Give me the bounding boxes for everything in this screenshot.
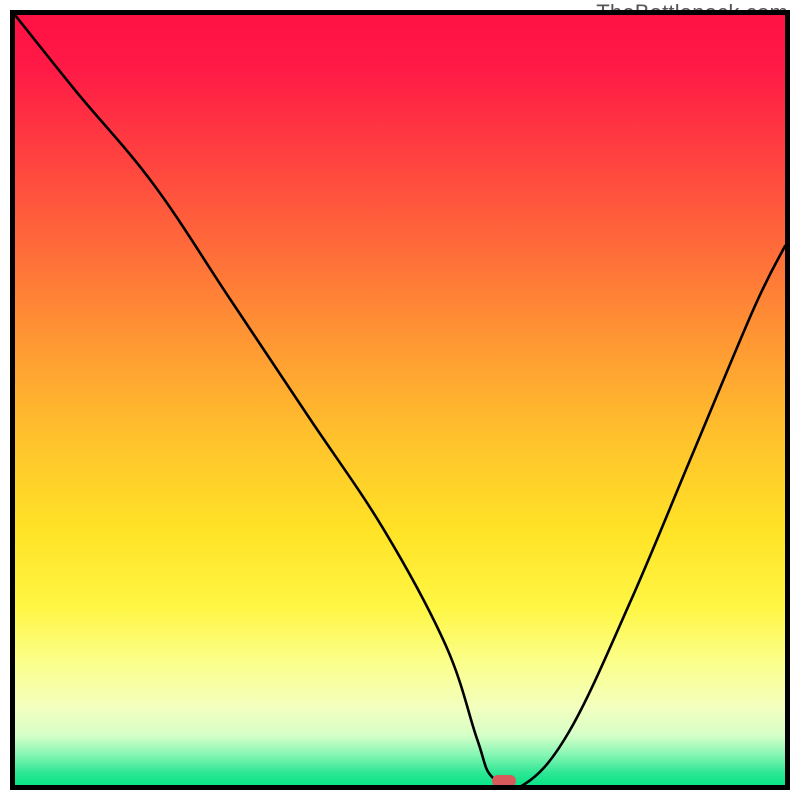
plot-area <box>10 10 790 790</box>
bottleneck-curve <box>15 15 785 785</box>
optimal-point-marker <box>492 775 517 787</box>
chart-container: TheBottleneck.com <box>0 0 800 800</box>
